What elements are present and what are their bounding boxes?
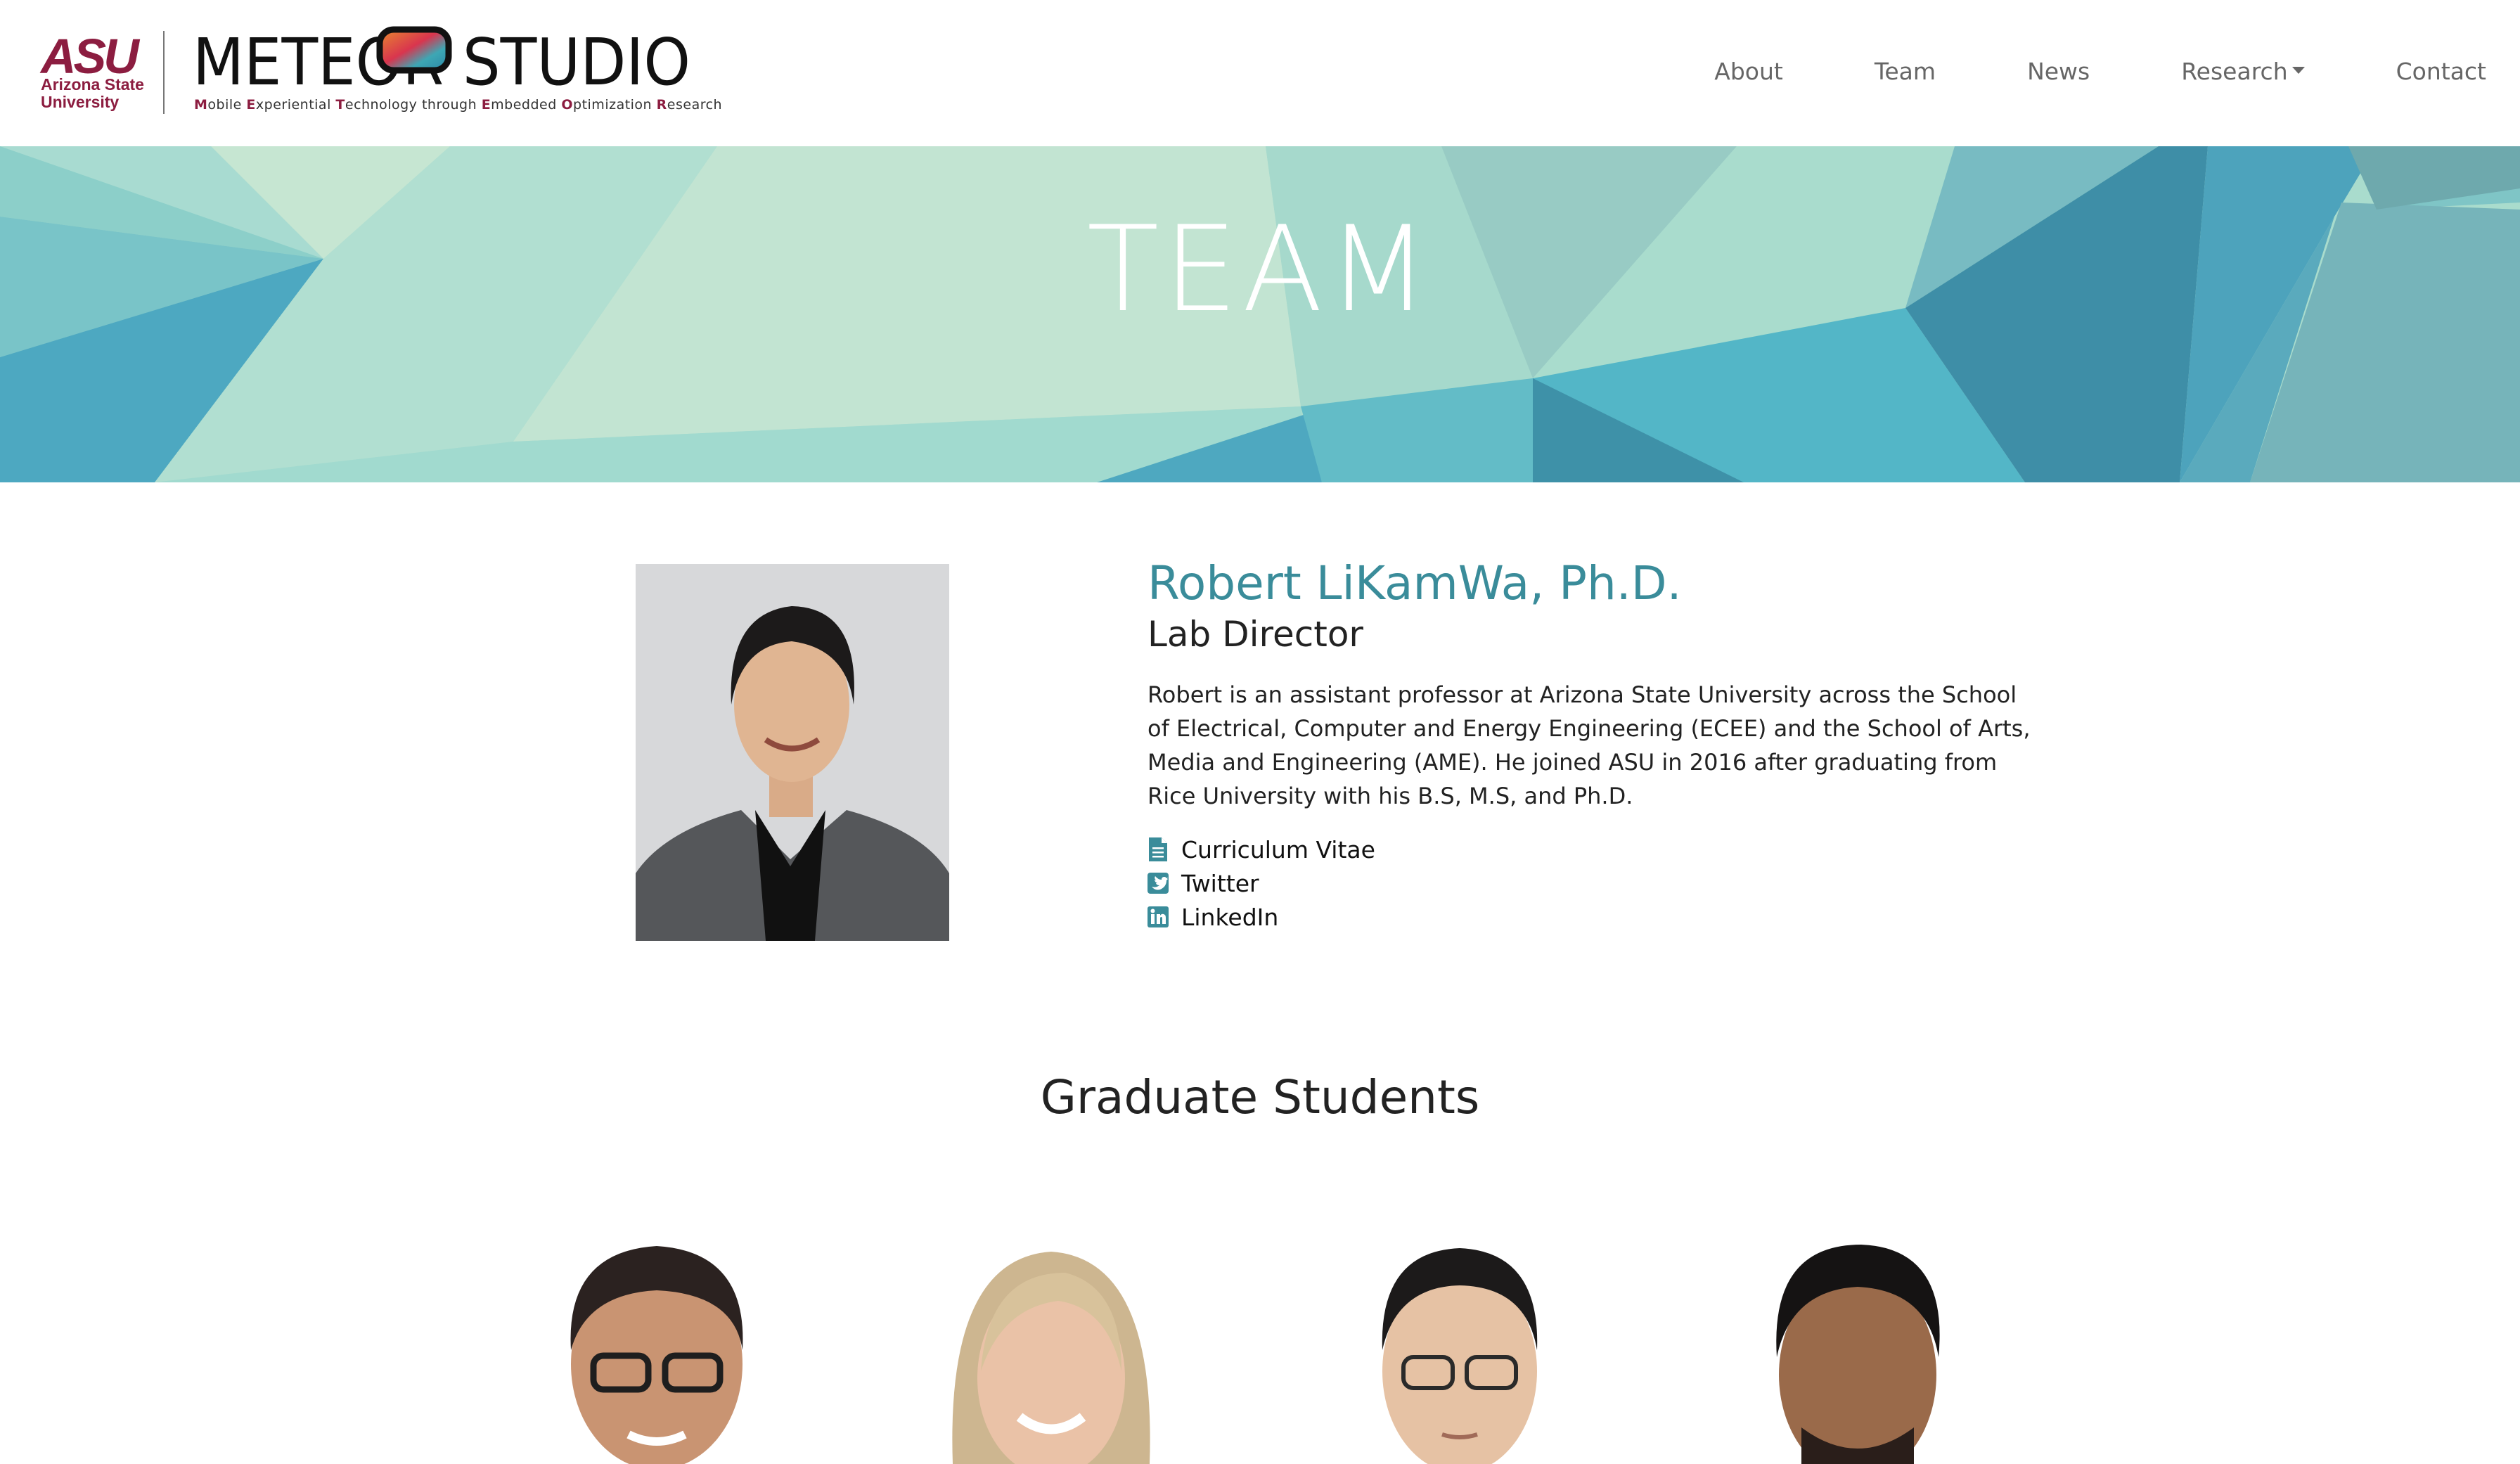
- meteor-studio-logo[interactable]: METEOR STUDIO Mobile Experiential Techno…: [191, 20, 722, 118]
- linkedin-link[interactable]: LinkedIn: [1148, 900, 2033, 934]
- twitter-icon: [1148, 873, 1169, 894]
- nav-news[interactable]: News: [2027, 55, 2090, 89]
- linkedin-link-label: LinkedIn: [1181, 903, 1279, 931]
- nav-research-label: Research: [2181, 58, 2288, 85]
- student-portrait: [1382, 1248, 1538, 1464]
- director-portrait: [636, 564, 949, 941]
- director-name: Robert LiKamWa, Ph.D.: [1148, 556, 1682, 610]
- student-portrait: [1776, 1245, 1940, 1464]
- twitter-link[interactable]: Twitter: [1148, 866, 2033, 900]
- twitter-link-label: Twitter: [1181, 869, 1259, 897]
- student-photo[interactable]: [904, 1231, 1199, 1464]
- student-photo[interactable]: [509, 1231, 804, 1464]
- navbar: ASU Arizona State University METEOR STUD…: [0, 0, 2520, 146]
- director-role: Lab Director: [1148, 614, 1363, 655]
- student-photo[interactable]: [1312, 1231, 1607, 1464]
- nav-research[interactable]: Research: [2181, 55, 2305, 89]
- cv-link-label: Curriculum Vitae: [1181, 835, 1375, 863]
- nav-team[interactable]: Team: [1875, 55, 1936, 89]
- director-bio: Robert is an assistant professor at Ariz…: [1148, 681, 2031, 809]
- cv-link[interactable]: Curriculum Vitae: [1148, 833, 2033, 866]
- main-nav: About Team News Research Contact: [1623, 55, 2486, 89]
- nav-contact[interactable]: Contact: [2396, 55, 2486, 89]
- caret-down-icon: [2291, 66, 2305, 74]
- page-banner: TEAM: [0, 146, 2520, 482]
- brand-tagline: Mobile Experiential Technology through E…: [194, 97, 723, 113]
- logo-divider: [163, 31, 165, 114]
- director-photo: [636, 564, 949, 941]
- student-portrait: [570, 1246, 743, 1464]
- asu-mark: ASU: [41, 29, 139, 84]
- graduate-students-heading: Graduate Students: [1040, 1070, 1480, 1124]
- asu-name: Arizona State University: [41, 75, 144, 111]
- asu-logo[interactable]: ASU Arizona State University: [41, 31, 148, 115]
- linkedin-icon: [1148, 906, 1169, 927]
- director-links: Curriculum Vitae Twitter LinkedIn: [1148, 833, 2033, 934]
- student-photo[interactable]: [1710, 1231, 2005, 1464]
- document-icon: [1149, 837, 1167, 861]
- page-title: TEAM: [1086, 200, 1434, 338]
- nav-about[interactable]: About: [1714, 55, 1783, 89]
- student-portrait: [952, 1252, 1150, 1464]
- director-info: Robert LiKamWa, Ph.D. Lab Director Rober…: [1148, 556, 2033, 934]
